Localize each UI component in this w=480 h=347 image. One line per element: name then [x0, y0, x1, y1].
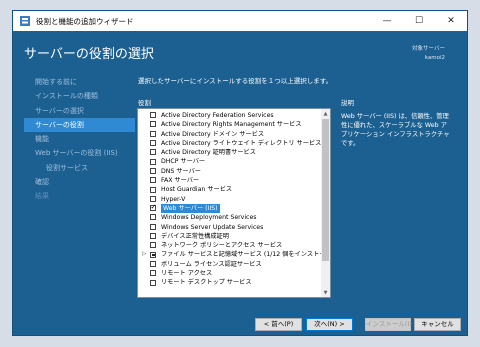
title-bar: 役割と機能の追加ウィザード — ☐ ✕	[13, 11, 467, 31]
role-label: Web サーバー (IIS)	[161, 203, 220, 214]
roles-listbox[interactable]: Active Directory Federation Services Acti…	[137, 108, 331, 298]
role-checkbox[interactable]	[150, 195, 156, 202]
role-item[interactable]: FAX サーバー	[138, 176, 320, 185]
window-title: 役割と機能の追加ウィザード	[36, 17, 134, 26]
server-manager-icon	[20, 16, 30, 26]
role-label: Active Directory Federation Services	[161, 112, 274, 119]
role-label: ボリューム ライセンス認証サービス	[161, 260, 262, 268]
page-title: サーバーの役割の選択	[24, 47, 154, 62]
role-item[interactable]: Active Directory ライトウェイト ディレクトリ サービス	[138, 139, 322, 148]
role-item[interactable]: DNS サーバー	[138, 167, 320, 176]
back-button[interactable]: < 前へ(P)	[255, 318, 302, 331]
role-item[interactable]: デバイス正常性構成証明	[138, 232, 320, 241]
role-description: Web サーバー (IIS) は、信頼性、管理性に優れた、スケーラブルな Web…	[341, 113, 450, 147]
role-item[interactable]: リモート アクセス	[138, 269, 320, 278]
cancel-button[interactable]: キャンセル	[414, 318, 461, 331]
nav-item-server-roles[interactable]: サーバーの役割	[24, 117, 135, 133]
close-icon: ✕	[447, 16, 455, 26]
role-checkbox[interactable]	[150, 112, 156, 119]
role-checkbox[interactable]	[150, 270, 156, 277]
roles-scrollbar[interactable]: ▲ ▼	[321, 109, 330, 297]
instruction-text: 選択したサーバーにインストールする役割を１つ以上選択します。	[138, 77, 333, 85]
nav-item-confirmation[interactable]: 確認	[24, 175, 135, 189]
nav-item-web-server-role[interactable]: Web サーバーの役割 (IIS)	[24, 146, 135, 160]
role-checkbox[interactable]	[150, 177, 156, 184]
role-item[interactable]: Web サーバー (IIS)	[138, 203, 320, 214]
role-checkbox[interactable]	[150, 203, 156, 212]
role-checkbox[interactable]	[150, 167, 156, 174]
role-label: ファイル サービスと記憶域サービス (1/12 個をインストール済	[161, 251, 331, 259]
role-checkbox[interactable]	[150, 140, 156, 147]
role-label: Host Guardian サービス	[161, 186, 233, 194]
description-heading: 説明	[341, 99, 354, 107]
role-label: Active Directory Rights Management サービス	[161, 121, 302, 129]
target-server: 対象サーバー kamoi2	[412, 45, 445, 63]
nav-item-before-you-begin[interactable]: 開始する前に	[24, 75, 135, 89]
scroll-down-icon[interactable]: ▼	[321, 288, 330, 297]
roles-heading: 役割	[138, 99, 151, 107]
role-checkbox[interactable]	[150, 158, 156, 165]
role-label: Active Directory ドメイン サービス	[161, 130, 265, 138]
nav-item-results: 結果	[35, 192, 49, 201]
nav-item-server-selection[interactable]: サーバーの選択	[24, 104, 135, 118]
role-checkbox[interactable]	[150, 251, 156, 258]
role-label: Windows Server Update Services	[161, 223, 264, 231]
role-checkbox[interactable]	[150, 121, 156, 128]
role-label: Active Directory 証明書サービス	[161, 149, 256, 157]
scroll-up-icon[interactable]: ▲	[321, 109, 330, 118]
target-server-name: kamoi2	[424, 55, 445, 61]
role-item[interactable]: Active Directory Federation Services	[138, 111, 320, 120]
role-item[interactable]: Windows Server Update Services	[138, 223, 320, 232]
role-label: リモート デスクトップ サービス	[161, 279, 252, 287]
nav-item-features[interactable]: 機能	[24, 132, 135, 146]
wizard-window: 役割と機能の追加ウィザード — ☐ ✕ サーバーの役割の選択 対象サーバー ka…	[12, 10, 468, 336]
role-label: デバイス正常性構成証明	[161, 232, 229, 240]
roles-list: Active Directory Federation Services Acti…	[138, 111, 330, 288]
role-checkbox[interactable]	[150, 279, 156, 286]
role-checkbox[interactable]	[150, 214, 156, 221]
role-label: Active Directory ライトウェイト ディレクトリ サービス	[161, 139, 322, 147]
maximize-button[interactable]: ☐	[403, 11, 435, 31]
role-item[interactable]: リモート デスクトップ サービス	[138, 278, 320, 287]
target-server-caption: 対象サーバー	[412, 46, 445, 52]
minimize-icon: —	[382, 16, 392, 26]
install-button: インストール(I)	[365, 318, 412, 331]
role-item[interactable]: Active Directory Rights Management サービス	[138, 120, 320, 129]
role-item[interactable]: ネットワーク ポリシーとアクセス サービス	[138, 241, 320, 250]
role-item[interactable]: Active Directory 証明書サービス	[138, 148, 320, 157]
role-item[interactable]: Hyper-V	[138, 195, 320, 204]
role-item[interactable]: ボリューム ライセンス認証サービス	[138, 260, 320, 269]
role-label: FAX サーバー	[161, 177, 200, 185]
role-checkbox[interactable]	[150, 223, 156, 230]
role-checkbox[interactable]	[150, 233, 156, 240]
maximize-icon: ☐	[414, 16, 424, 26]
nav-item-installation-type[interactable]: インストールの種類	[24, 89, 135, 103]
minimize-button[interactable]: —	[371, 11, 403, 31]
role-item[interactable]: Host Guardian サービス	[138, 185, 320, 194]
wizard-nav: 開始する前に インストールの種類 サーバーの選択 サーバーの役割 機能 Web …	[24, 75, 135, 204]
nav-item-role-services[interactable]: 役割サービス	[24, 161, 135, 175]
role-checkbox[interactable]	[150, 149, 156, 156]
role-item[interactable]: Windows Deployment Services	[138, 213, 320, 222]
next-button[interactable]: 次へ(N) >	[306, 318, 353, 331]
expand-icon[interactable]: ▷	[142, 250, 146, 259]
scroll-thumb[interactable]	[322, 119, 329, 261]
role-label: ネットワーク ポリシーとアクセス サービス	[161, 242, 283, 250]
role-label: DHCP サーバー	[161, 158, 206, 166]
role-item[interactable]: ▷ ファイル サービスと記憶域サービス (1/12 個をインストール済	[138, 250, 330, 259]
role-label: DNS サーバー	[161, 167, 201, 175]
role-label: Windows Deployment Services	[161, 214, 257, 222]
role-item[interactable]: Active Directory ドメイン サービス	[138, 130, 320, 139]
close-button[interactable]: ✕	[435, 11, 467, 31]
role-label: Hyper-V	[161, 195, 186, 203]
role-checkbox[interactable]	[150, 130, 156, 137]
role-item[interactable]: DHCP サーバー	[138, 157, 320, 166]
role-checkbox[interactable]	[150, 260, 156, 267]
role-checkbox[interactable]	[150, 242, 156, 249]
role-label: リモート アクセス	[161, 270, 213, 278]
role-checkbox[interactable]	[150, 186, 156, 193]
